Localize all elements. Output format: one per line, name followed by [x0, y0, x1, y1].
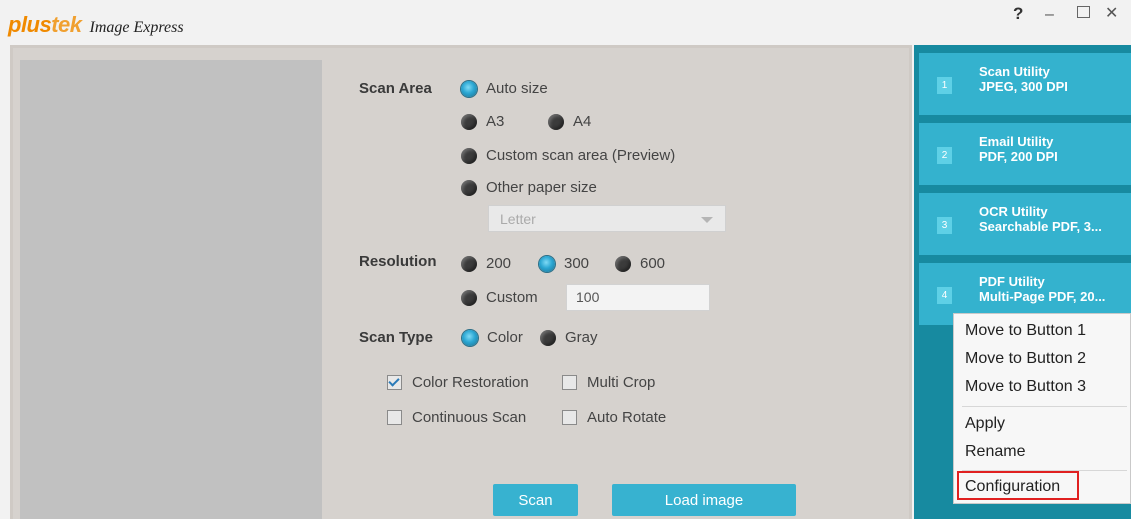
a4-option[interactable]: A4 — [548, 113, 591, 130]
resolution-custom-radio[interactable] — [461, 289, 477, 306]
app-logo: plus tek Image Express — [8, 12, 184, 38]
utility-detail: Searchable PDF, 3... — [979, 219, 1102, 234]
utility-name: OCR Utility — [979, 204, 1048, 219]
color-restoration-text: Color Restoration — [412, 374, 529, 391]
multi-crop-option[interactable]: Multi Crop — [562, 374, 655, 391]
multi-crop-checkbox[interactable] — [562, 375, 577, 390]
close-button[interactable]: ✕ — [1105, 2, 1118, 26]
custom-resolution-input[interactable]: 100 — [566, 284, 710, 311]
ocr-utility-button[interactable]: 3 OCR Utility Searchable PDF, 3... — [919, 193, 1131, 255]
menu-item-rename[interactable]: Rename — [965, 443, 1025, 461]
gray-option[interactable]: Gray — [540, 329, 598, 346]
resolution-custom-option[interactable]: Custom — [461, 289, 538, 306]
auto-rotate-text: Auto Rotate — [587, 409, 667, 426]
continuous-scan-text: Continuous Scan — [412, 409, 527, 426]
app-name: Image Express — [89, 19, 184, 36]
title-bar: plus tek Image Express ? – ✕ — [0, 0, 1131, 42]
paper-size-value: Letter — [500, 211, 536, 227]
scan-utility-button[interactable]: 1 Scan Utility JPEG, 300 DPI — [919, 53, 1131, 115]
auto-rotate-checkbox[interactable] — [562, 410, 577, 425]
resolution-300-radio[interactable] — [539, 255, 555, 272]
brand-plus: plus — [8, 12, 52, 37]
resolution-200-radio[interactable] — [461, 255, 477, 272]
a3-text: A3 — [486, 113, 505, 130]
a3-radio[interactable] — [461, 113, 477, 130]
color-text: Color — [487, 329, 523, 346]
custom-scan-area-option[interactable]: Custom scan area (Preview) — [461, 147, 675, 164]
menu-item-apply[interactable]: Apply — [965, 415, 1005, 433]
email-utility-button[interactable]: 2 Email Utility PDF, 200 DPI — [919, 123, 1131, 185]
utility-number-badge: 4 — [937, 287, 952, 304]
utility-detail: Multi-Page PDF, 20... — [979, 289, 1106, 304]
continuous-scan-option[interactable]: Continuous Scan — [387, 409, 526, 426]
resolution-600-option[interactable]: 600 — [615, 255, 665, 272]
other-paper-size-radio[interactable] — [461, 179, 477, 196]
resolution-200-text: 200 — [486, 255, 512, 272]
resolution-300-text: 300 — [564, 255, 590, 272]
utility-detail: PDF, 200 DPI — [979, 149, 1058, 164]
menu-item-move-to-button-3[interactable]: Move to Button 3 — [965, 378, 1086, 396]
menu-item-move-to-button-2[interactable]: Move to Button 2 — [965, 350, 1086, 368]
utility-name: Email Utility — [979, 134, 1054, 149]
utility-detail: JPEG, 300 DPI — [979, 79, 1068, 94]
help-button[interactable]: ? — [1013, 2, 1023, 26]
menu-item-move-to-button-1[interactable]: Move to Button 1 — [965, 322, 1086, 340]
utility-name: PDF Utility — [979, 274, 1045, 289]
resolution-300-option[interactable]: 300 — [539, 255, 589, 272]
resolution-200-option[interactable]: 200 — [461, 255, 511, 272]
custom-resolution-value: 100 — [576, 289, 600, 305]
color-restoration-checkbox[interactable] — [387, 375, 402, 390]
scan-type-label: Scan Type — [359, 329, 433, 346]
menu-separator — [962, 406, 1127, 407]
other-paper-size-text: Other paper size — [486, 179, 597, 196]
scan-area-label: Scan Area — [359, 80, 432, 97]
custom-scan-area-radio[interactable] — [461, 147, 477, 164]
color-option[interactable]: Color — [462, 329, 523, 346]
other-paper-size-option[interactable]: Other paper size — [461, 179, 597, 196]
resolution-label: Resolution — [359, 253, 437, 270]
a4-radio[interactable] — [548, 113, 564, 130]
minimize-button[interactable]: – — [1045, 3, 1054, 27]
a4-text: A4 — [573, 113, 592, 130]
load-image-button[interactable]: Load image — [612, 484, 796, 516]
custom-scan-area-text: Custom scan area (Preview) — [486, 147, 676, 164]
utility-number-badge: 3 — [937, 217, 952, 234]
paper-size-select[interactable]: Letter — [488, 205, 726, 232]
scan-button[interactable]: Scan — [493, 484, 578, 516]
configuration-highlight-box — [957, 471, 1079, 500]
multi-crop-text: Multi Crop — [587, 374, 656, 391]
auto-size-radio[interactable] — [461, 80, 477, 97]
color-radio[interactable] — [462, 329, 478, 346]
chevron-down-icon — [701, 217, 713, 223]
utility-name: Scan Utility — [979, 64, 1050, 79]
gray-text: Gray — [565, 329, 598, 346]
auto-size-option[interactable]: Auto size — [461, 80, 548, 97]
resolution-custom-text: Custom — [486, 289, 538, 306]
utility-number-badge: 2 — [937, 147, 952, 164]
auto-rotate-option[interactable]: Auto Rotate — [562, 409, 666, 426]
continuous-scan-checkbox[interactable] — [387, 410, 402, 425]
gray-radio[interactable] — [540, 329, 556, 346]
brand-tek: tek — [51, 12, 82, 37]
maximize-button[interactable] — [1077, 6, 1090, 18]
auto-size-text: Auto size — [486, 80, 548, 97]
resolution-600-radio[interactable] — [615, 255, 631, 272]
a3-option[interactable]: A3 — [461, 113, 504, 130]
color-restoration-option[interactable]: Color Restoration — [387, 374, 529, 391]
resolution-600-text: 600 — [640, 255, 666, 272]
utility-number-badge: 1 — [937, 77, 952, 94]
preview-area — [20, 60, 322, 519]
